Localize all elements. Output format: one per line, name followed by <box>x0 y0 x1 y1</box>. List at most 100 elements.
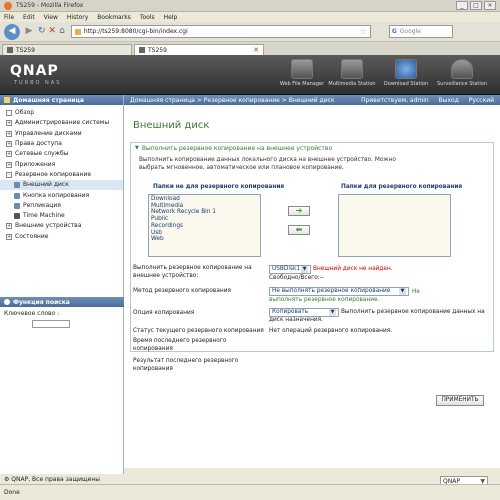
device-select[interactable]: USBDisk1 ▼ <box>269 265 311 274</box>
sidebar-item-disk-management[interactable]: + Управление дисками <box>0 129 123 139</box>
window-title: TS259 - Mozilla Firefox <box>16 2 84 9</box>
reload-icon[interactable]: ↻ <box>38 25 46 38</box>
qnap-header: QNAP TURBO NAS Web File Manager Multimed… <box>0 55 500 95</box>
menu-file[interactable]: File <box>4 14 14 21</box>
sidebar-item-network-services[interactable]: + Сетевые службы <box>0 149 123 159</box>
sidebar-item-system-admin[interactable]: + Администрирование системы <box>0 118 123 128</box>
collapse-icon[interactable]: - <box>6 171 12 178</box>
multimedia-station-label: Multimedia Station <box>328 81 376 87</box>
download-station-button[interactable]: Download Station <box>380 59 432 87</box>
close-window-button[interactable]: × <box>484 1 496 10</box>
remove-folder-button[interactable]: ⬅ <box>288 225 310 235</box>
status-text: Done <box>4 489 20 496</box>
forward-icon[interactable]: ▶ <box>23 25 35 38</box>
copyright-text: QNAP, Все права защищены <box>11 476 101 483</box>
list-item[interactable]: Public <box>151 216 258 223</box>
close-tab-icon[interactable]: ✕ <box>253 46 259 54</box>
sidebar-item-applications[interactable]: + Приложения <box>0 159 123 169</box>
expand-icon[interactable]: + <box>6 233 12 240</box>
navigation-toolbar: ◀ ▶ ↻ ✕ ⌂ http://ts259:8080/cgi-bin/inde… <box>0 22 500 42</box>
download-globe-icon <box>395 59 417 79</box>
expand-icon[interactable]: + <box>6 223 12 230</box>
backup-folder-list[interactable] <box>338 194 451 257</box>
add-folder-button[interactable]: ➔ <box>288 206 310 216</box>
search-placeholder: Google <box>399 28 421 35</box>
expand-icon[interactable]: + <box>6 151 12 158</box>
logout-link[interactable]: Выход <box>439 97 459 104</box>
sidebar-item-access-rights[interactable]: + Права доступа <box>0 139 123 149</box>
qnap-logo-sub: TURBO NAS <box>14 80 62 86</box>
stop-icon[interactable]: ✕ <box>49 25 57 38</box>
non-backup-folder-list[interactable]: Download Multimedia Network Recycle Bin … <box>148 194 261 257</box>
menu-view[interactable]: View <box>44 14 58 21</box>
free-label-text: Свободно/Всего: <box>269 275 320 281</box>
bookmark-star-icon[interactable]: ☆ <box>360 27 367 36</box>
sidebar-item-label: Состояние <box>15 232 49 240</box>
panel-header: ▼ Выполнить резервное копирование на вне… <box>131 143 493 153</box>
sidebar-item-replication[interactable]: Репликация <box>0 201 123 211</box>
sidebar-item-copy-button[interactable]: Кнопка копирования <box>0 190 123 200</box>
tab-ts259-1[interactable]: TS259 <box>2 44 132 55</box>
panel-title: Выполнить резервное копирование на внешн… <box>141 144 333 152</box>
sidebar-item-label: Права доступа <box>15 140 62 148</box>
tab-ts259-2[interactable]: TS259 ✕ <box>134 44 264 55</box>
tab-label: TS259 <box>16 46 35 54</box>
list-item[interactable]: Recordings <box>151 223 258 230</box>
firefox-icon <box>4 1 12 10</box>
sidebar-item-status[interactable]: + Состояние <box>0 232 123 242</box>
chevron-down-icon: ▼ <box>301 266 308 273</box>
folder-globe-icon <box>291 59 313 79</box>
device-select-value: USBDisk1 <box>272 266 301 272</box>
sidebar-item-external-disk[interactable]: Внешний диск <box>0 180 123 191</box>
collapse-triangle-icon[interactable]: ▼ <box>135 145 139 151</box>
sidebar-item-label: Приложения <box>15 160 56 168</box>
maximize-button[interactable]: □ <box>470 1 482 10</box>
sidebar-item-external-devices[interactable]: + Внешние устройства <box>0 221 123 231</box>
url-bar[interactable]: http://ts259:8080/cgi-bin/index.cgi ☆ <box>70 25 371 38</box>
method-label: Метод резервного копирования <box>133 288 231 294</box>
sidebar-item-label: Обзор <box>15 109 35 117</box>
expand-icon[interactable]: + <box>6 141 12 148</box>
home-icon[interactable]: ⌂ <box>59 25 65 38</box>
list-item[interactable]: Usb <box>151 230 258 237</box>
menu-help[interactable]: Help <box>164 14 178 21</box>
web-file-manager-button[interactable]: Web File Manager <box>276 59 328 87</box>
sidebar-item-time-machine[interactable]: Time Machine <box>0 211 123 221</box>
menu-bookmarks[interactable]: Bookmarks <box>97 14 131 21</box>
language-select[interactable]: Русский <box>469 97 494 104</box>
surveillance-station-button[interactable]: Surveillance Station <box>436 59 488 87</box>
keyword-input[interactable] <box>32 320 70 328</box>
camera-icon <box>451 59 473 79</box>
panel-description: Выполнить копирование данных локального … <box>139 157 396 171</box>
sidebar-item-label: Time Machine <box>23 212 65 220</box>
list-item[interactable]: Multimedia <box>151 203 258 210</box>
sidebar-tree: Обзор + Администрирование системы + Управл… <box>0 105 123 242</box>
menu-tools[interactable]: Tools <box>140 14 155 21</box>
back-icon[interactable]: ◀ <box>4 23 20 40</box>
list-item[interactable]: Network Recycle Bin 1 <box>151 209 258 216</box>
sidebar-home[interactable]: Домашняя страница <box>0 95 123 105</box>
last-result-label: Результат последнего резервного копирова… <box>133 358 239 372</box>
surveillance-station-label: Surveillance Station <box>436 81 488 87</box>
list-item[interactable]: Web <box>151 236 258 243</box>
film-icon <box>341 59 363 79</box>
minimize-button[interactable]: _ <box>456 1 468 10</box>
free-space-label: Свободно/Всего:-- <box>269 275 324 283</box>
expand-icon[interactable]: + <box>6 130 12 137</box>
site-icon <box>74 28 81 35</box>
menu-edit[interactable]: Edit <box>23 14 35 21</box>
status-value: Нет операций резервного копирования. <box>269 328 393 334</box>
expand-icon[interactable]: + <box>6 161 12 168</box>
apply-button[interactable]: ПРИМЕНИТЬ <box>436 395 484 406</box>
breadcrumb-path[interactable]: Домашняя страница > Резервное копировани… <box>130 97 353 104</box>
sidebar-item-backup[interactable]: - Резервное копирование <box>0 170 123 180</box>
sidebar-item-label: Сетевые службы <box>15 150 69 158</box>
usb-disk-icon <box>14 182 20 189</box>
multimedia-station-button[interactable]: Multimedia Station <box>326 59 378 87</box>
menu-history[interactable]: History <box>67 14 88 21</box>
search-box[interactable]: G Google <box>388 25 453 38</box>
list-item[interactable]: Download <box>151 196 258 203</box>
sidebar-item-overview[interactable]: Обзор <box>0 108 123 118</box>
home-icon <box>4 97 10 103</box>
expand-icon[interactable]: + <box>6 120 12 127</box>
